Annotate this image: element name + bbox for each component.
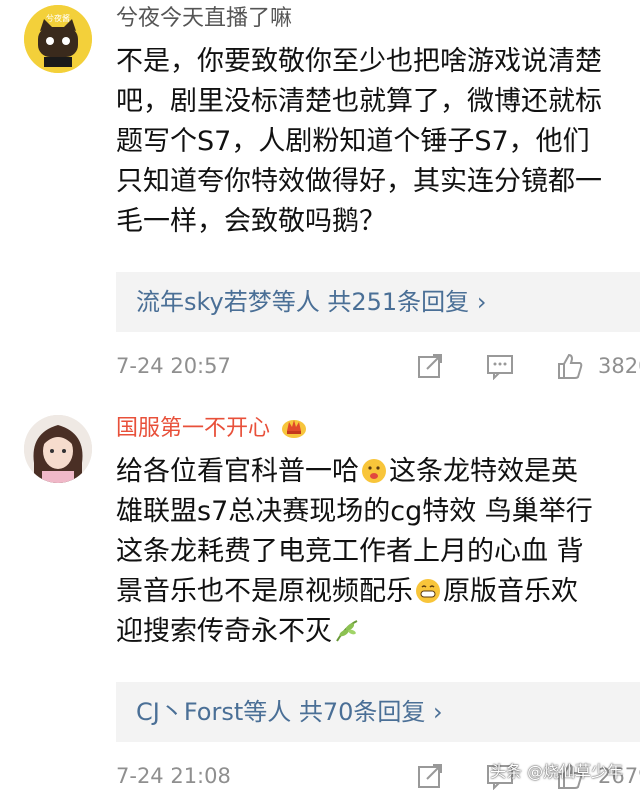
comment-line: 这条龙耗费了电竞工作者上月的心血 背 <box>116 532 640 572</box>
comment-text: 这条龙耗费了电竞工作者上月的心血 背 <box>116 536 584 567</box>
comment-line: 只知道夸你特效做得好，其实连分镜都一 <box>116 166 602 197</box>
timestamp: 7-24 21:08 <box>116 764 231 788</box>
avatar[interactable] <box>24 415 92 483</box>
avatar[interactable]: 兮夜酱 <box>24 5 92 73</box>
timestamp: 7-24 20:57 <box>116 354 231 378</box>
comment-text: 这条龙特效是英 <box>389 456 578 487</box>
comment-text: 原版音乐欢 <box>443 576 578 607</box>
comment-text: 给各位看官科普一哈 <box>116 456 359 487</box>
comment-line: 给各位看官科普一哈 这条龙特效是英 <box>116 452 640 492</box>
replies-link[interactable]: 流年sky若梦等人 共251条回复 › <box>116 272 640 332</box>
leaf-emoji-icon <box>336 620 358 642</box>
comment-text: 景音乐也不是原视频配乐 <box>116 576 413 607</box>
grin-emoji-icon <box>416 579 440 603</box>
replies-link[interactable]: CJ丶Forst等人 共70条回复 › <box>116 682 640 742</box>
like-icon[interactable] <box>556 352 584 380</box>
comment-line: 毛一样，会致敬吗鹅？ <box>116 206 386 237</box>
watermark: 头条 @烧仙草少年 <box>490 762 624 781</box>
username[interactable]: 国服第一不开心 <box>116 414 307 444</box>
comment-line: 题写个S7，人剧粉知道个锤子S7，他们 <box>116 126 590 157</box>
username-text: 国服第一不开心 <box>116 416 271 441</box>
comment-text: 雄联盟s7总决赛现场的cg特效 鸟巢举行 <box>116 496 593 527</box>
comment-line: 景音乐也不是原视频配乐 原版音乐欢 <box>116 572 640 612</box>
username[interactable]: 兮夜今天直播了嘛 <box>116 4 292 34</box>
avatar-text: 兮夜酱 <box>46 13 70 23</box>
comment-text: 迎搜索传奇永不灭 <box>116 616 332 647</box>
comment-icon[interactable] <box>486 352 514 380</box>
comment-line: 吧，剧里没标清楚也就算了，微博还就标 <box>116 86 602 117</box>
comment-line: 迎搜索传奇永不灭 <box>116 612 640 652</box>
comment-meta: 7-24 20:57 3820 <box>116 346 640 386</box>
crown-badge-icon <box>282 420 307 438</box>
share-icon[interactable] <box>416 352 444 380</box>
share-icon[interactable] <box>416 762 444 790</box>
comment-body: 给各位看官科普一哈 这条龙特效是英 雄联盟s7总决赛现场的cg特效 鸟巢举行 这条… <box>116 452 640 652</box>
comment-line: 雄联盟s7总决赛现场的cg特效 鸟巢举行 <box>116 492 640 532</box>
like-count: 3820 <box>598 354 640 378</box>
comment-line: 不是，你要致敬你至少也把啥游戏说清楚 <box>116 46 602 77</box>
tongue-emoji-icon <box>362 459 386 483</box>
comment-body: 不是，你要致敬你至少也把啥游戏说清楚 吧，剧里没标清楚也就算了，微博还就标 题写… <box>116 42 640 242</box>
